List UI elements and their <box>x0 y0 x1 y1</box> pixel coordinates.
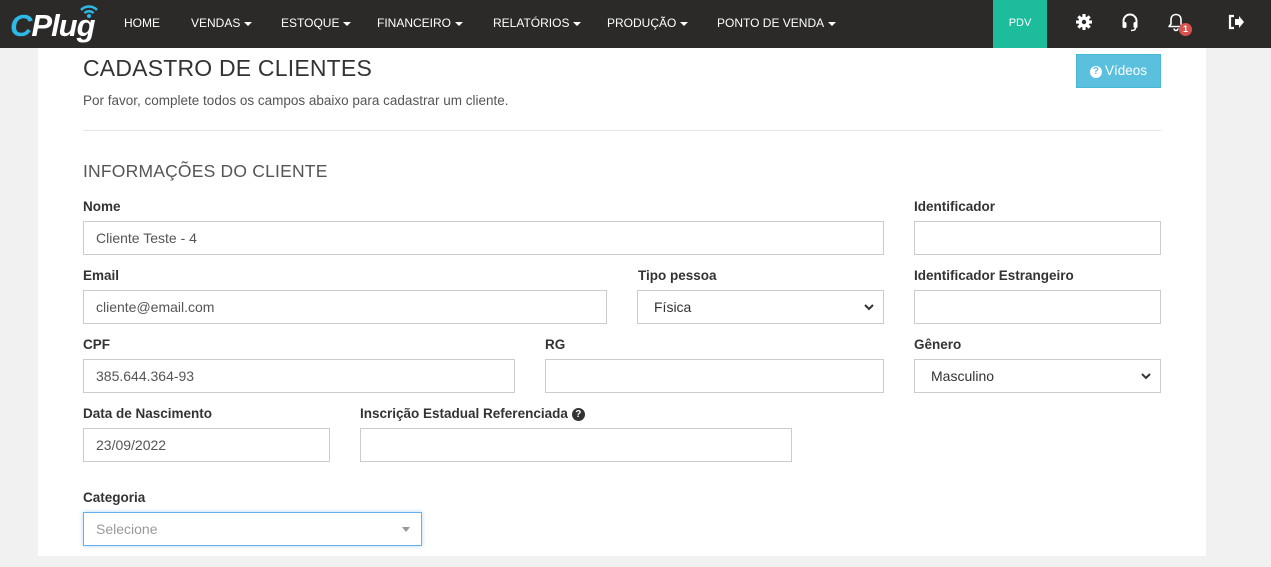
caret-down-icon <box>455 21 464 26</box>
cpf-input[interactable]: 385.644.364-93 <box>83 359 515 393</box>
caret-down-icon <box>573 21 582 26</box>
page-title: CADASTRO DE CLIENTES <box>83 55 372 81</box>
inscricao-estadual-input[interactable] <box>360 428 792 462</box>
tipo-pessoa-select[interactable]: Física <box>637 290 884 324</box>
caret-down-icon <box>343 21 352 26</box>
nav-vendas[interactable]: VENDAS <box>191 0 253 48</box>
nav-home[interactable]: HOME <box>124 0 160 48</box>
identificador-estrangeiro-input[interactable] <box>914 290 1161 324</box>
chevron-down-icon <box>1141 373 1151 380</box>
rg-label: RG <box>545 337 566 352</box>
pdv-button[interactable]: PDV <box>993 0 1047 48</box>
inscricao-estadual-label: Inscrição Estadual Referenciada? <box>360 406 585 421</box>
nav-producao[interactable]: PRODUÇÃO <box>607 0 689 48</box>
tipo-pessoa-label: Tipo pessoa <box>638 268 717 283</box>
logout-icon[interactable] <box>1226 12 1246 32</box>
data-nascimento-label: Data de Nascimento <box>83 406 213 421</box>
data-nascimento-input[interactable]: 23/09/2022 <box>83 428 330 462</box>
headset-icon[interactable] <box>1120 12 1140 32</box>
categoria-select[interactable]: Selecione <box>83 512 422 546</box>
categoria-label: Categoria <box>83 490 146 505</box>
identificador-input[interactable] <box>914 221 1161 255</box>
genero-select[interactable]: Masculino <box>914 359 1161 393</box>
identificador-estrangeiro-label: Identificador Estrangeiro <box>914 268 1074 283</box>
chevron-down-icon <box>864 304 874 311</box>
nav-estoque[interactable]: ESTOQUE <box>281 0 352 48</box>
notification-badge: 1 <box>1179 23 1192 36</box>
caret-down-icon <box>244 21 253 26</box>
question-circle-icon: ? <box>1089 66 1102 78</box>
question-circle-icon[interactable]: ? <box>571 408 585 421</box>
videos-button[interactable]: ? Vídeos <box>1076 54 1161 88</box>
nav-relatorios[interactable]: RELATÓRIOS <box>493 0 582 48</box>
nav-ponto-de-venda[interactable]: PONTO DE VENDA <box>717 0 837 48</box>
wifi-icon <box>80 5 98 18</box>
rg-input[interactable] <box>545 359 884 393</box>
email-label: Email <box>83 268 120 283</box>
nav-financeiro[interactable]: FINANCEIRO <box>377 0 464 48</box>
identificador-label: Identificador <box>914 199 996 214</box>
caret-down-icon <box>402 527 410 532</box>
gear-icon[interactable] <box>1074 12 1094 32</box>
caret-down-icon <box>828 21 837 26</box>
top-navbar: CPlug HOME VENDAS ESTOQUE FINANCEIRO REL… <box>0 0 1271 48</box>
email-input[interactable]: cliente@email.com <box>83 290 607 324</box>
nome-label: Nome <box>83 199 121 214</box>
page-subtitle: Por favor, complete todos os campos abai… <box>83 93 509 108</box>
cpf-label: CPF <box>83 337 110 352</box>
genero-label: Gênero <box>914 337 962 352</box>
nome-input[interactable]: Cliente Teste - 4 <box>83 221 884 255</box>
divider <box>83 130 1161 131</box>
section-title: INFORMAÇÕES DO CLIENTE <box>83 161 328 181</box>
caret-down-icon <box>680 21 689 26</box>
cplug-logo[interactable]: CPlug <box>8 2 103 46</box>
